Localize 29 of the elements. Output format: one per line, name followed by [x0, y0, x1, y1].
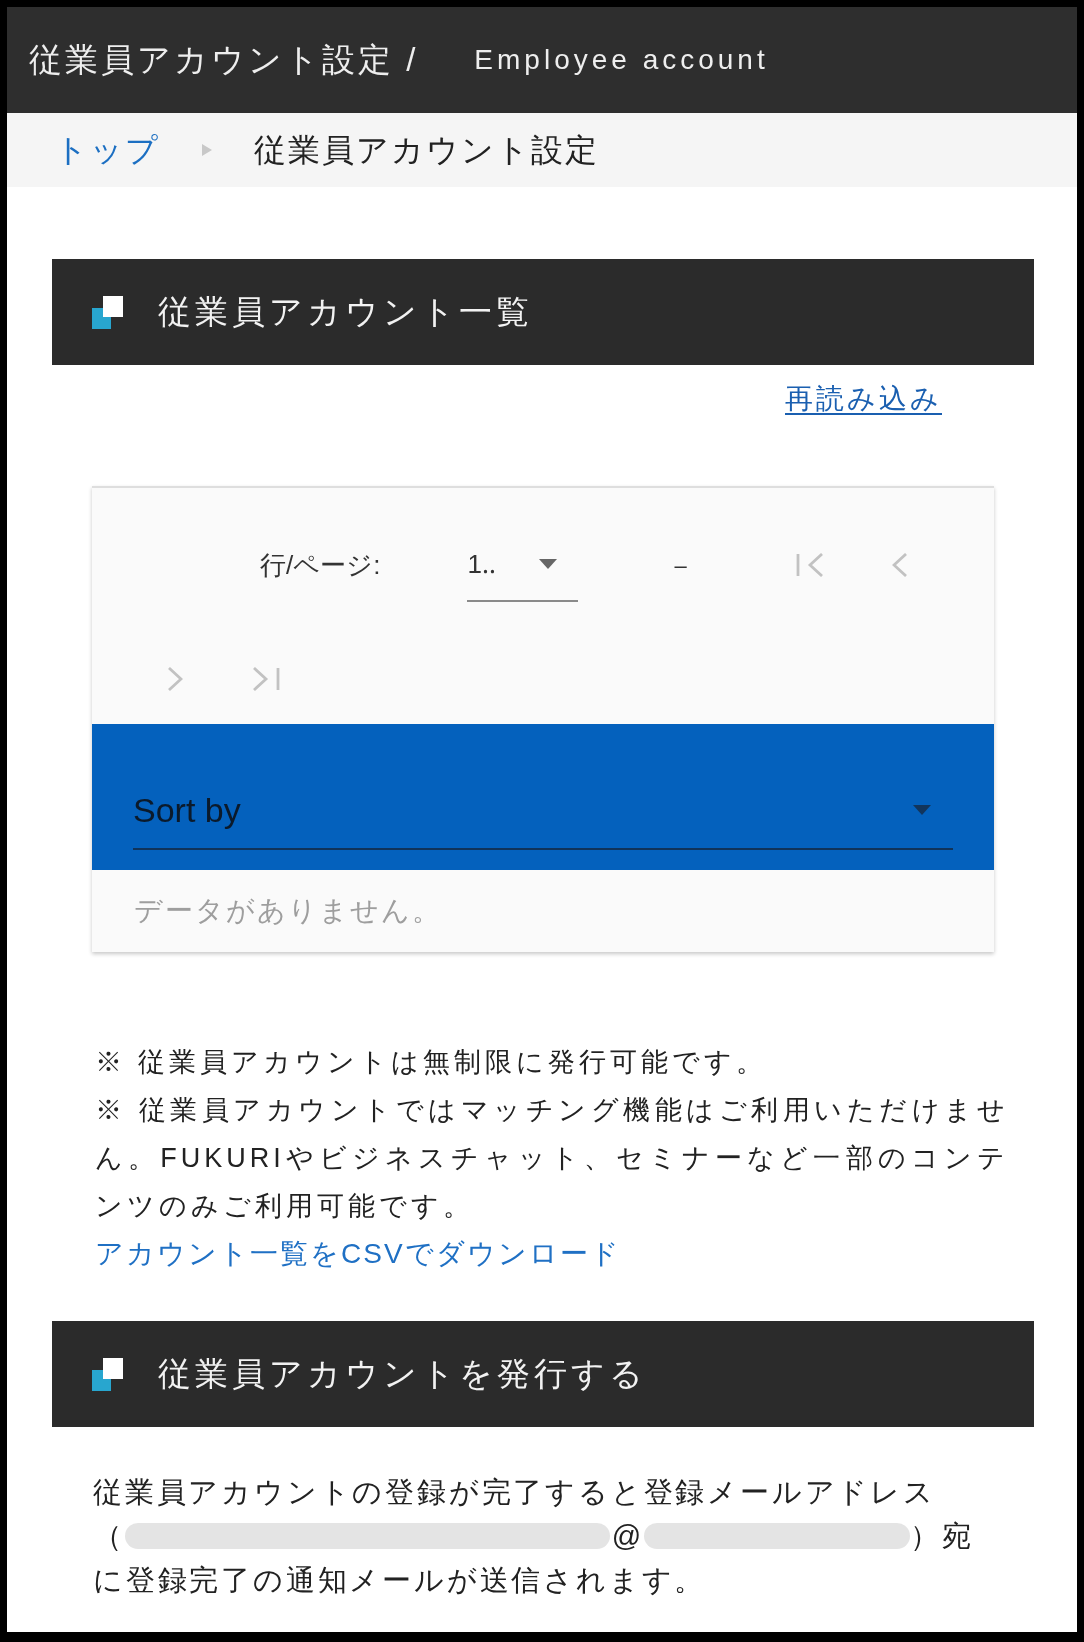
sort-select[interactable]: Sort by — [133, 779, 953, 850]
page-range: – — [674, 551, 687, 580]
empty-message: データがありません。 — [134, 894, 442, 928]
page-subtitle: Employee account — [474, 43, 769, 77]
breadcrumb-link[interactable]: トップ — [55, 126, 160, 174]
at-sign-text: @ — [611, 1519, 645, 1554]
note-text: ※ 従業員アカウントではマッチング機能はご利用いただけません。FUKURIやビジネスチャット、セミナーなど一部のコンテンツのみご利用可能です。 — [95, 1094, 1009, 1223]
rows-per-page-label: 行/ページ: — [260, 548, 381, 582]
chevron-left-icon — [891, 553, 908, 577]
reload-link[interactable]: 再読み込み — [785, 381, 942, 417]
notice-text: に登録完了の通知メールが送信されます。 — [93, 1563, 707, 1598]
caret-down-icon — [539, 559, 558, 569]
parenthesis-text: ）宛 — [910, 1519, 974, 1554]
section-title: 従業員アカウントを発行する — [158, 1354, 647, 1395]
notice-text: 従業員アカウントの登録が完了すると登録メールアドレス — [93, 1475, 936, 1510]
page-title: 従業員アカウント設定 / — [29, 40, 419, 81]
rows-per-page-select[interactable]: 1‥ — [467, 528, 579, 602]
breadcrumb-current: 従業員アカウント設定 — [254, 131, 599, 170]
section-title: 従業員アカウント一覧 — [158, 292, 533, 333]
parenthesis-text: （ — [93, 1519, 125, 1554]
chevron-right-bar-icon — [252, 667, 280, 691]
note-text: ※ 従業員アカウントは無制限に発行可能です。 — [95, 1046, 768, 1079]
overlapping-squares-icon — [92, 295, 123, 329]
bar-chevron-left-icon — [795, 553, 824, 577]
overlapping-squares-icon — [92, 1357, 123, 1391]
chevron-right-icon — [167, 667, 183, 691]
caret-down-icon — [913, 805, 931, 815]
csv-download-link[interactable]: アカウント一覧をCSVでダウンロード — [95, 1230, 621, 1278]
triangle-right-icon — [202, 144, 212, 156]
